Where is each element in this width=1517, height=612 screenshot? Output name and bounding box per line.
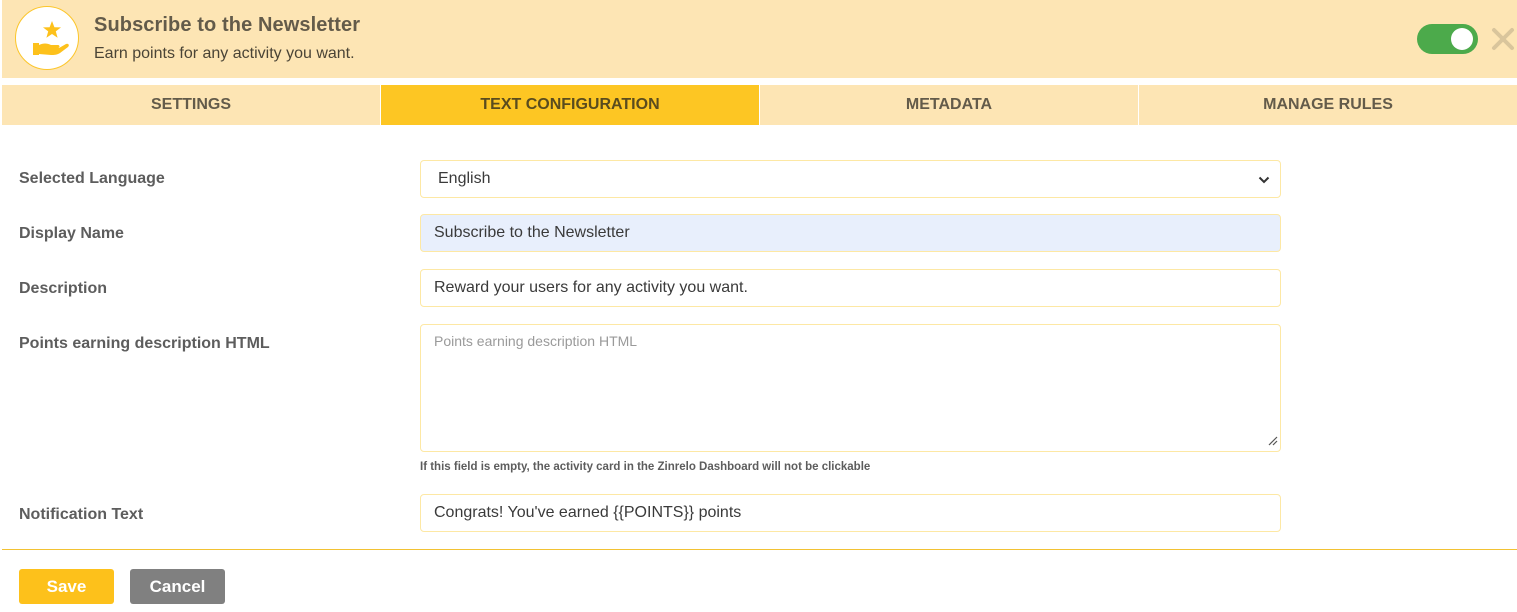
- toggle-knob: [1451, 28, 1473, 50]
- notification-text-input[interactable]: Congrats! You've earned {{POINTS}} point…: [420, 494, 1281, 532]
- notification-text-label: Notification Text: [19, 506, 144, 523]
- tab-settings[interactable]: Settings: [2, 85, 381, 125]
- activity-header: Subscribe to the Newsletter Earn points …: [2, 0, 1517, 78]
- description-value: Reward your users for any activity you w…: [434, 279, 748, 296]
- notification-text-value: Congrats! You've earned {{POINTS}} point…: [434, 504, 742, 521]
- footer-divider: [2, 549, 1517, 550]
- points-earning-description-label: Points earning description HTML: [19, 335, 270, 352]
- points-earning-description-placeholder: Points earning description HTML: [434, 333, 638, 349]
- tab-manage-rules[interactable]: Manage Rules: [1139, 85, 1517, 125]
- resize-handle-icon[interactable]: [1268, 433, 1278, 449]
- display-name-label: Display Name: [19, 225, 124, 242]
- points-earning-description-textarea[interactable]: Points earning description HTML: [420, 324, 1281, 452]
- cancel-button[interactable]: Cancel: [130, 569, 225, 604]
- display-name-input[interactable]: Subscribe to the Newsletter: [420, 214, 1281, 252]
- activity-enabled-toggle[interactable]: [1417, 24, 1478, 54]
- tab-bar: Settings Text Configuration Metadata Man…: [2, 85, 1517, 125]
- language-select[interactable]: English: [420, 160, 1281, 198]
- save-button[interactable]: Save: [19, 569, 114, 604]
- tab-metadata[interactable]: Metadata: [760, 85, 1139, 125]
- tab-text-configuration[interactable]: Text Configuration: [381, 85, 760, 125]
- hand-star-icon: [15, 6, 79, 70]
- activity-title: Subscribe to the Newsletter: [94, 14, 361, 36]
- display-name-value: Subscribe to the Newsletter: [434, 224, 630, 241]
- activity-subtitle: Earn points for any activity you want.: [94, 45, 355, 62]
- description-label: Description: [19, 280, 108, 297]
- description-input[interactable]: Reward your users for any activity you w…: [420, 269, 1281, 307]
- close-icon[interactable]: [1490, 26, 1516, 52]
- points-earning-description-hint: If this field is empty, the activity car…: [420, 461, 871, 473]
- chevron-down-icon: [1258, 173, 1270, 191]
- language-select-value: English: [438, 170, 491, 187]
- selected-language-label: Selected Language: [19, 170, 165, 187]
